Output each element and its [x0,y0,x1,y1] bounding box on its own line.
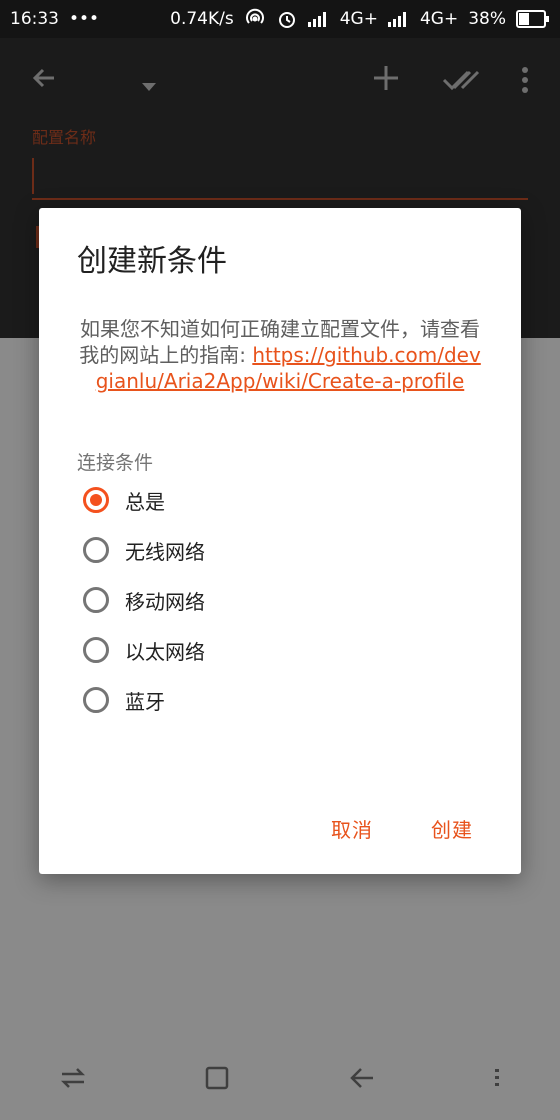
add-icon[interactable] [372,64,400,100]
connection-condition-label: 连接条件 [77,452,154,474]
radio-option-always[interactable]: 总是 [83,480,165,520]
back-icon[interactable] [349,1066,375,1094]
battery-icon [516,10,550,28]
more-vert-icon[interactable] [520,66,530,102]
radio-label: 无线网络 [125,539,205,564]
profile-name-input[interactable] [32,198,528,200]
radio-label: 以太网络 [125,639,205,664]
back-arrow-icon[interactable] [30,64,58,100]
radio-button[interactable] [83,537,109,563]
dialog-title: 创建新条件 [77,244,227,279]
radio-option-ethernet[interactable]: 以太网络 [83,630,205,670]
signal-icon [307,11,330,27]
done-all-icon[interactable] [442,66,480,102]
network-type-1: 4G+ [339,9,378,29]
create-condition-dialog: 创建新条件 如果您不知道如何正确建立配置文件，请查看我的网站上的指南: http… [39,208,521,874]
profile-name-label: 配置名称 [32,128,97,147]
network-type-2: 4G+ [419,9,459,29]
recent-apps-icon[interactable] [60,1067,86,1093]
radio-label: 移动网络 [125,589,205,614]
radio-button[interactable] [83,587,109,613]
status-bar: 16:33 ••• 0.74K/s 4G+ 4G+ 38% [0,0,560,38]
menu-icon[interactable] [494,1068,500,1092]
radio-button[interactable] [83,637,109,663]
status-speed: 0.74K/s [170,9,234,29]
radio-option-mobile[interactable]: 移动网络 [83,580,205,620]
cancel-button[interactable]: 取消 [331,814,373,843]
system-nav-bar [0,1040,560,1120]
home-icon[interactable] [205,1066,229,1094]
alarm-icon [276,8,298,30]
radio-option-bluetooth[interactable]: 蓝牙 [83,680,165,720]
status-time: 16:33 [10,9,59,29]
create-button[interactable]: 创建 [431,814,473,843]
battery-percent: 38% [468,9,506,29]
profile-name-cursor [32,158,34,194]
radio-button[interactable] [83,487,109,513]
radio-button[interactable] [83,687,109,713]
dropdown-arrow-icon[interactable] [140,68,158,103]
radio-label: 蓝牙 [125,689,165,714]
dialog-message: 如果您不知道如何正确建立配置文件，请查看我的网站上的指南: https://gi… [79,316,481,394]
status-more-dots: ••• [69,9,100,29]
signal-icon [387,11,410,27]
radio-option-wifi[interactable]: 无线网络 [83,530,205,570]
radio-label: 总是 [125,489,165,514]
hotspot-icon [244,8,266,30]
